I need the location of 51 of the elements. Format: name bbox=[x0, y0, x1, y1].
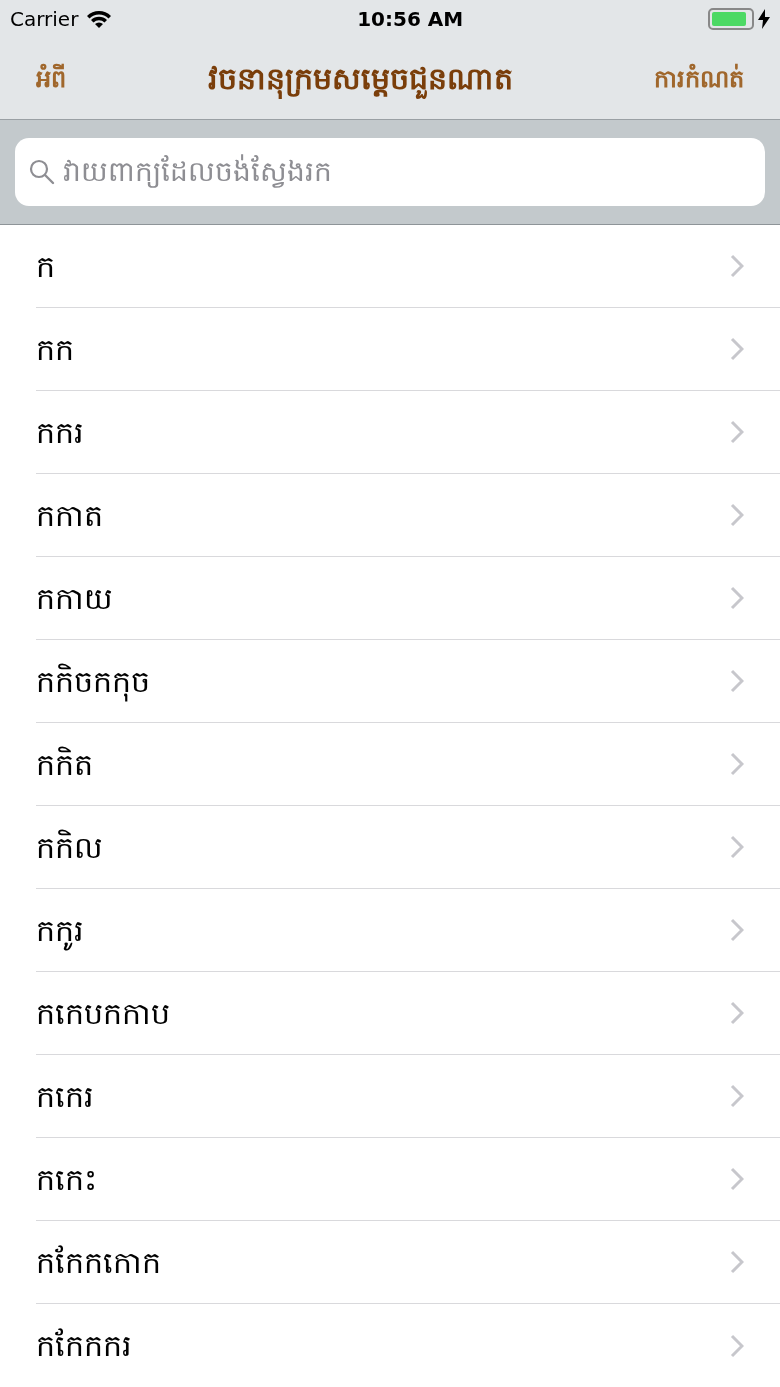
chevron-right-icon bbox=[730, 337, 744, 361]
word-row[interactable]: កកិចកកុច bbox=[36, 640, 780, 723]
settings-button[interactable]: ការកំណត់ bbox=[654, 60, 744, 97]
carrier-name: Carrier bbox=[10, 6, 79, 33]
chevron-right-icon bbox=[730, 1001, 744, 1025]
word-row[interactable]: កកិល bbox=[36, 806, 780, 889]
word-text: កកាត bbox=[36, 496, 103, 535]
wifi-icon bbox=[86, 9, 113, 29]
chevron-right-icon bbox=[730, 669, 744, 693]
search-icon bbox=[29, 159, 55, 185]
word-row[interactable]: ក bbox=[36, 225, 780, 308]
word-row[interactable]: កកាយ bbox=[36, 557, 780, 640]
about-button[interactable]: អំពី bbox=[36, 60, 66, 97]
word-text: កកែកករ bbox=[36, 1327, 132, 1365]
word-row[interactable]: កកែកករ bbox=[36, 1304, 780, 1387]
word-row[interactable]: កក bbox=[36, 308, 780, 391]
word-row[interactable]: កកេះ bbox=[36, 1138, 780, 1221]
word-row[interactable]: កកេបកកាប bbox=[36, 972, 780, 1055]
word-text: កកាយ bbox=[36, 579, 113, 618]
word-text: កករ bbox=[36, 413, 84, 452]
word-text: កកែកកោក bbox=[36, 1243, 161, 1282]
chevron-right-icon bbox=[730, 1333, 744, 1358]
word-row[interactable]: កកាត bbox=[36, 474, 780, 557]
battery-icon bbox=[708, 8, 754, 30]
chevron-right-icon bbox=[730, 503, 744, 527]
word-row[interactable]: កកេរ bbox=[36, 1055, 780, 1138]
word-text: កកេះ bbox=[36, 1160, 97, 1199]
chevron-right-icon bbox=[730, 752, 744, 776]
chevron-right-icon bbox=[730, 835, 744, 859]
word-text: កក bbox=[36, 330, 74, 369]
word-row[interactable]: កករ bbox=[36, 391, 780, 474]
chevron-right-icon bbox=[730, 1167, 744, 1191]
chevron-right-icon bbox=[730, 1250, 744, 1274]
word-row[interactable]: កកូរ bbox=[36, 889, 780, 972]
word-text: ក bbox=[36, 247, 55, 286]
chevron-right-icon bbox=[730, 420, 744, 444]
chevron-right-icon bbox=[730, 1084, 744, 1108]
nav-title: វចនានុក្រមសម្ដេចជួនណាត bbox=[207, 56, 513, 101]
word-text: កកូរ bbox=[36, 907, 84, 953]
search-field[interactable]: វាយពាក្យដែលចង់ស្វែងរក bbox=[15, 138, 765, 206]
word-row[interactable]: កកែកកោក bbox=[36, 1221, 780, 1304]
word-row[interactable]: កកិត bbox=[36, 723, 780, 806]
chevron-right-icon bbox=[730, 586, 744, 610]
word-text: កកិចកកុច bbox=[36, 658, 150, 704]
word-text: កកិល bbox=[36, 828, 103, 867]
word-text: កកេបកកាប bbox=[36, 994, 170, 1033]
clock-time: 10:56 AM bbox=[357, 6, 464, 33]
word-text: កកិត bbox=[36, 745, 93, 784]
chevron-right-icon bbox=[730, 918, 744, 942]
word-text: កកេរ bbox=[36, 1077, 94, 1116]
chevron-right-icon bbox=[730, 254, 744, 278]
